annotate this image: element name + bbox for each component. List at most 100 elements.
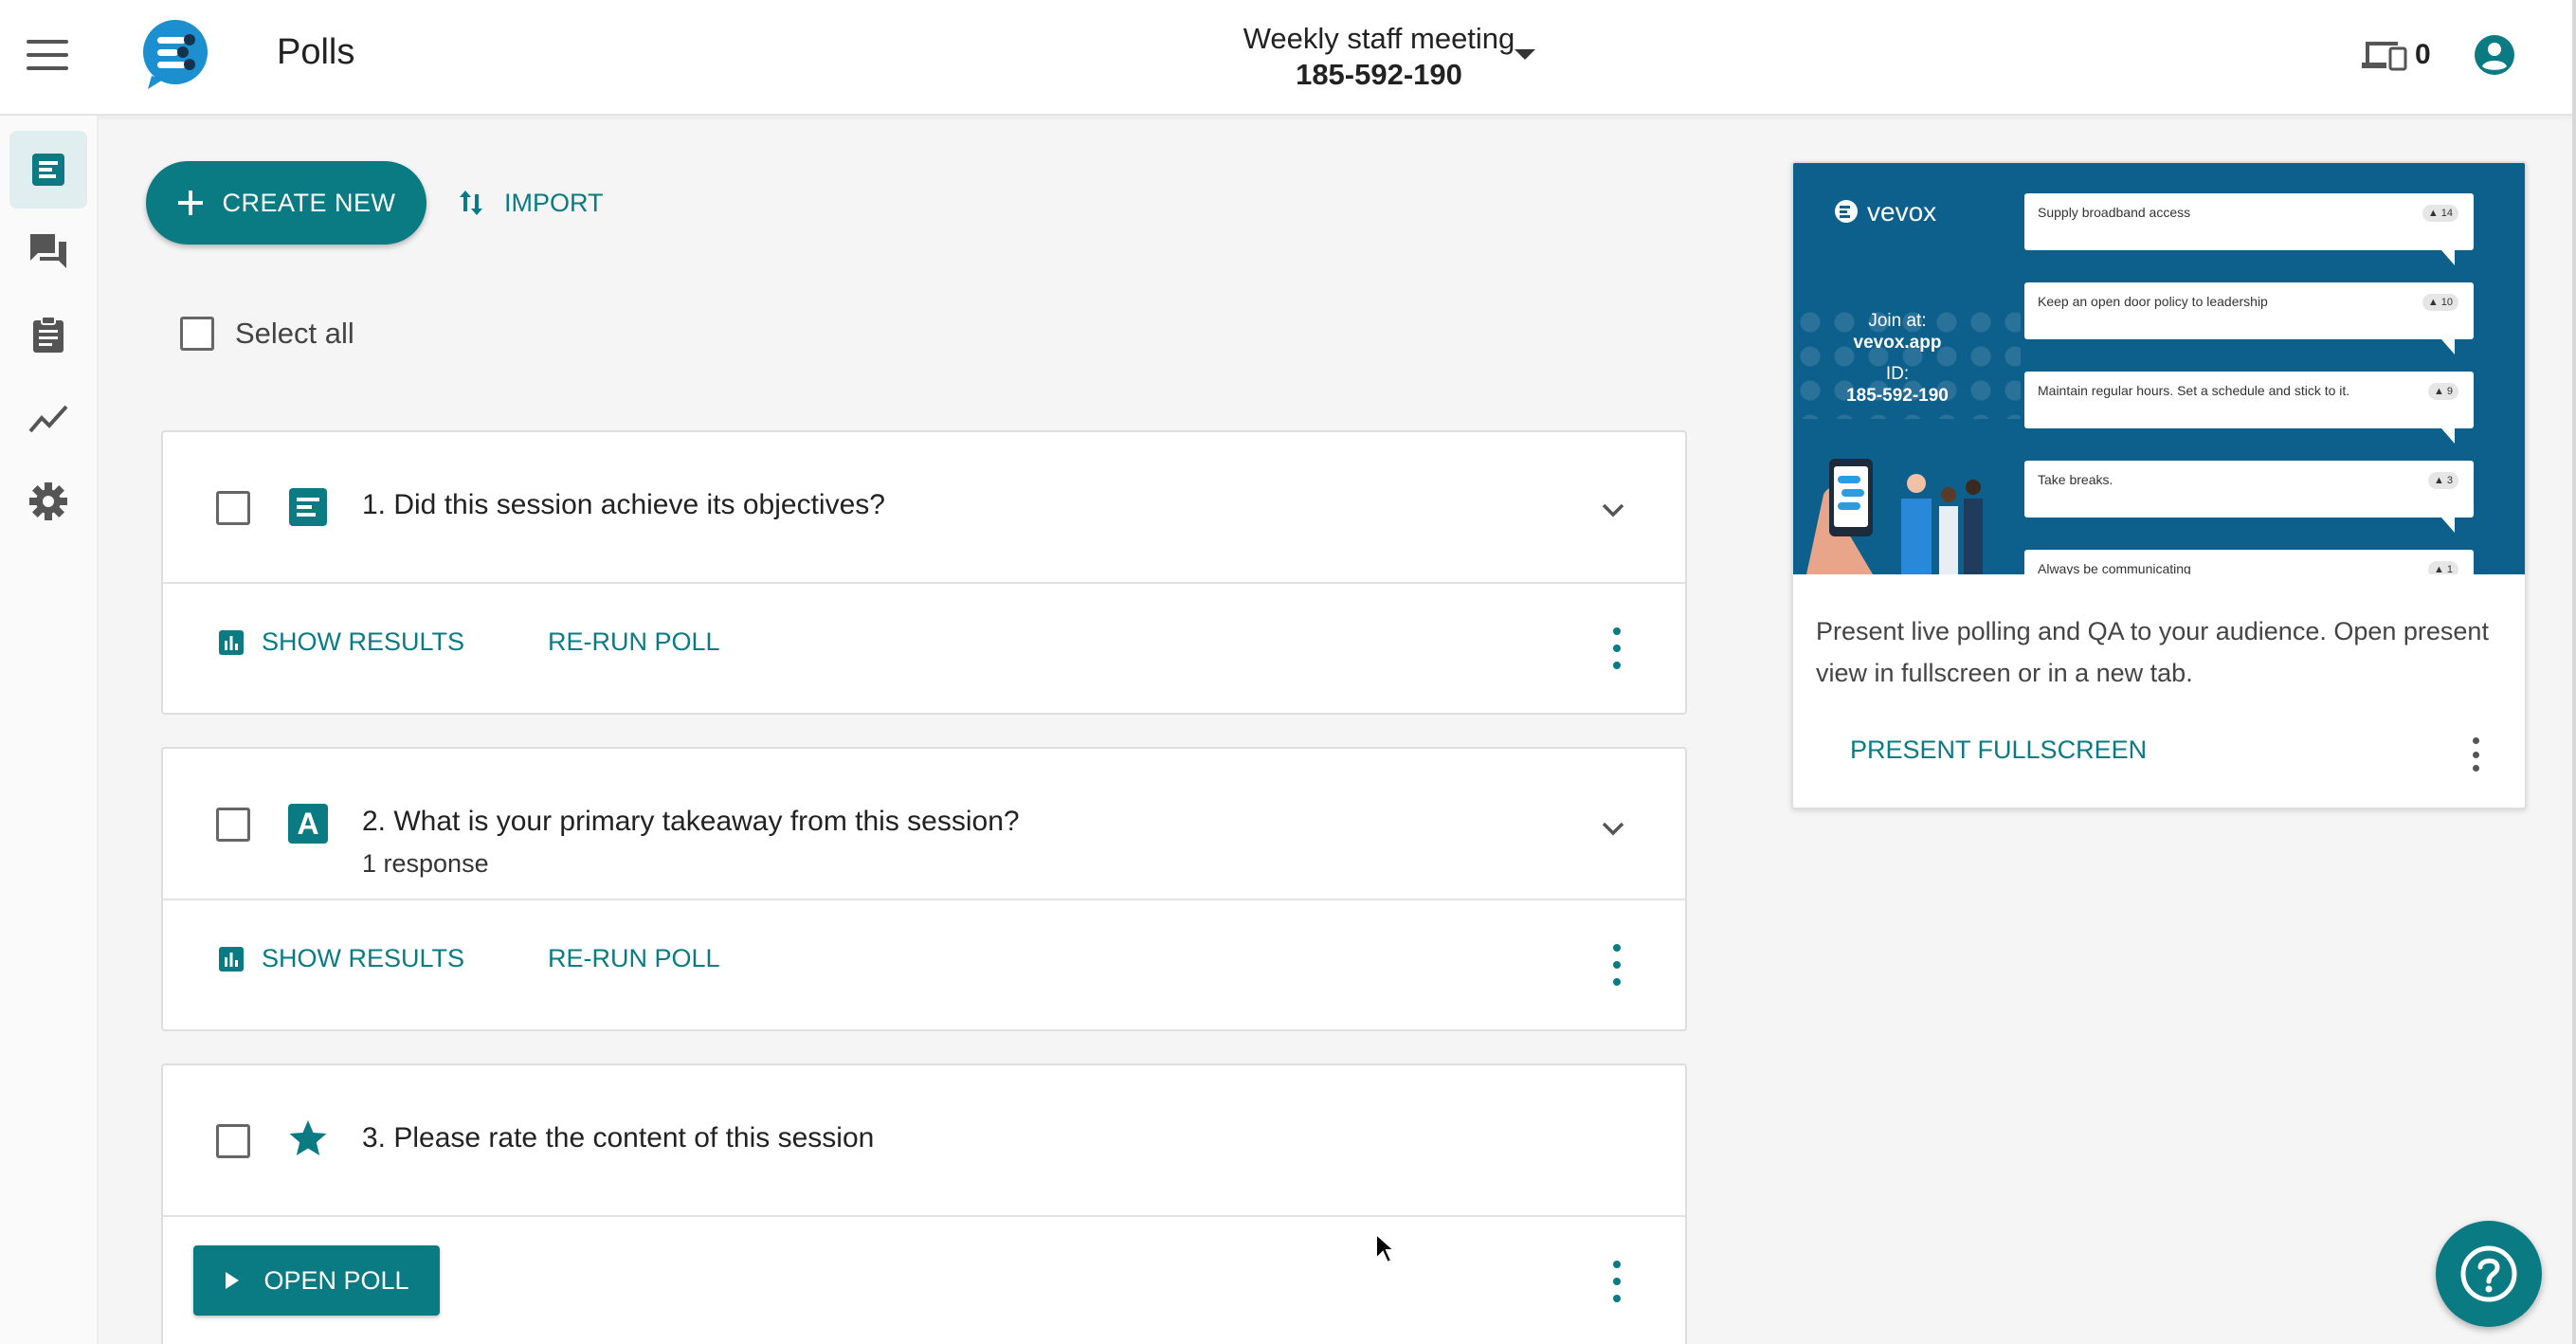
- id-value: 185-592-190: [1846, 386, 1949, 406]
- show-results-button[interactable]: SHOW RESULTS: [218, 627, 464, 657]
- idea-votes: ▲ 14: [2422, 205, 2458, 222]
- idea-text: Maintain regular hours. Set a schedule a…: [2038, 383, 2350, 398]
- vevox-logo: [143, 20, 208, 89]
- chevron-down-icon[interactable]: [1598, 495, 1628, 525]
- nav-settings[interactable]: [9, 463, 87, 540]
- gear-icon: [29, 482, 67, 520]
- idea-votes: ▲ 3: [2427, 472, 2458, 489]
- device-count: 0: [2415, 39, 2431, 70]
- idea-text: Always be communicating: [2038, 561, 2191, 574]
- more-options-icon[interactable]: [1609, 944, 1624, 986]
- idea-votes: ▲ 10: [2422, 294, 2458, 311]
- preview-brand-name: vevox: [1867, 197, 1937, 227]
- idea-bubble: Take breaks. ▲ 3: [2024, 461, 2474, 533]
- idea-bubble: Supply broadband access ▲ 14: [2024, 193, 2474, 265]
- idea-bubble: Keep an open door policy to leadership ▲…: [2024, 282, 2474, 354]
- help-button[interactable]: [2436, 1221, 2542, 1327]
- show-results-button[interactable]: SHOW RESULTS: [218, 944, 464, 973]
- present-description: Present live polling and QA to your audi…: [1816, 617, 2489, 687]
- people-illustration: [1806, 459, 1983, 574]
- nav-surveys[interactable]: [9, 296, 87, 373]
- poll-checkbox[interactable]: [216, 491, 250, 525]
- thumbs-up-icon: ▲: [2427, 297, 2439, 308]
- thumbs-up-icon: ▲: [2433, 564, 2444, 574]
- play-icon: [226, 1272, 240, 1289]
- mouse-cursor-icon: [1375, 1232, 1395, 1264]
- bar-chart-icon: [219, 946, 244, 972]
- thumbs-up-icon: ▲: [2433, 475, 2444, 486]
- open-poll-label: OPEN POLL: [263, 1265, 409, 1295]
- poll-title: 2. What is your primary takeaway from th…: [362, 806, 1020, 837]
- question-mark-icon: [2460, 1245, 2517, 1302]
- join-url: vevox.app: [1853, 333, 1942, 353]
- poll-card: A 2. What is your primary takeaway from …: [161, 747, 1687, 1031]
- poll-header[interactable]: A 2. What is your primary takeaway from …: [163, 749, 1685, 900]
- more-options-icon[interactable]: [1609, 627, 1624, 669]
- idea-bubble: Always be communicating ▲ 1: [2024, 550, 2474, 574]
- star-icon: [289, 1120, 327, 1155]
- rerun-poll-button[interactable]: RE-RUN POLL: [548, 627, 720, 657]
- select-all-checkbox[interactable]: [180, 317, 214, 351]
- poll-header[interactable]: 3. Please rate the content of this sessi…: [163, 1065, 1685, 1217]
- idea-text: Take breaks.: [2038, 472, 2113, 487]
- import-label: IMPORT: [504, 188, 604, 217]
- thumbs-up-icon: ▲: [2427, 208, 2439, 219]
- show-results-label: SHOW RESULTS: [262, 944, 465, 972]
- vote-count: 9: [2446, 386, 2453, 397]
- poll-response-count: 1 response: [362, 849, 489, 878]
- trend-icon: [28, 405, 68, 433]
- text-a-icon: A: [288, 804, 328, 844]
- id-label: ID:: [1885, 364, 1910, 384]
- connected-devices[interactable]: 0: [2360, 34, 2431, 76]
- more-options-icon[interactable]: [2468, 737, 2483, 772]
- poll-title: 3. Please rate the content of this sessi…: [362, 1122, 875, 1153]
- poll-actions: SHOW RESULTS RE-RUN POLL: [163, 584, 1685, 713]
- page-title: Polls: [277, 32, 355, 72]
- vevox-logo: [1835, 200, 1858, 223]
- vote-count: 14: [2440, 208, 2453, 219]
- side-nav: [0, 116, 99, 1344]
- short-text-icon: [289, 488, 327, 526]
- chat-icon: [30, 234, 66, 268]
- bar-chart-icon: [219, 629, 244, 655]
- nav-reports[interactable]: [9, 379, 87, 457]
- import-button[interactable]: IMPORT: [459, 178, 604, 227]
- preview-brand: vevox: [1833, 197, 1936, 227]
- more-options-icon[interactable]: [1609, 1261, 1624, 1302]
- show-results-label: SHOW RESULTS: [262, 627, 465, 656]
- join-info: Join at: vevox.app ID: 185-592-190: [1822, 311, 1973, 408]
- open-poll-button[interactable]: OPEN POLL: [193, 1245, 440, 1316]
- create-new-label: CREATE NEW: [222, 188, 396, 217]
- nav-qa[interactable]: [9, 212, 87, 290]
- plus-icon: [178, 191, 204, 215]
- nav-polls[interactable]: [9, 131, 87, 209]
- session-id: 185-592-190: [1296, 58, 1462, 91]
- rerun-poll-button[interactable]: RE-RUN POLL: [548, 944, 720, 973]
- poll-header[interactable]: 1. Did this session achieve its objectiv…: [163, 432, 1685, 584]
- create-new-button[interactable]: CREATE NEW: [146, 161, 426, 245]
- idea-votes: ▲ 1: [2427, 561, 2458, 574]
- present-preview[interactable]: vevox Join at: vevox.app ID: 185-592-190…: [1793, 163, 2525, 574]
- poll-actions: OPEN POLL: [163, 1217, 1685, 1344]
- idea-text: Supply broadband access: [2038, 205, 2191, 220]
- poll-checkbox[interactable]: [216, 808, 250, 842]
- chevron-down-icon[interactable]: [1598, 813, 1628, 844]
- idea-votes: ▲ 9: [2427, 383, 2458, 400]
- account-icon[interactable]: [2474, 34, 2515, 76]
- poll-actions: SHOW RESULTS RE-RUN POLL: [163, 900, 1685, 1029]
- idea-bubble: Maintain regular hours. Set a schedule a…: [2024, 372, 2474, 444]
- vote-count: 10: [2440, 297, 2453, 308]
- present-fullscreen-button[interactable]: PRESENT FULLSCREEN: [1850, 736, 2147, 765]
- join-label: Join at:: [1868, 311, 1927, 331]
- devices-icon: [2362, 42, 2407, 71]
- rerun-poll-label: RE-RUN POLL: [548, 944, 720, 972]
- caret-down-icon[interactable]: [1515, 49, 1535, 60]
- poll-checkbox[interactable]: [216, 1124, 250, 1158]
- clipboard-icon: [33, 316, 63, 353]
- vote-count: 3: [2446, 475, 2453, 486]
- menu-icon[interactable]: [27, 40, 68, 70]
- scrollbar-track[interactable]: [2572, 0, 2576, 1344]
- thumbs-up-icon: ▲: [2433, 386, 2444, 397]
- select-all[interactable]: Select all: [180, 317, 354, 351]
- present-panel: vevox Join at: vevox.app ID: 185-592-190…: [1791, 161, 2527, 809]
